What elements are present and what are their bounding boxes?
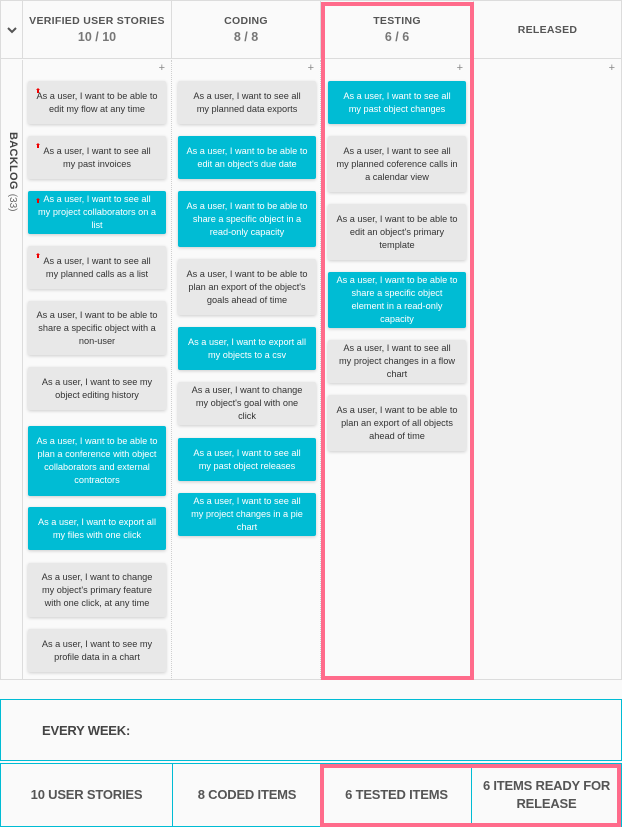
add-card-button[interactable]: +: [457, 62, 463, 74]
story-card[interactable]: As a user, I want to see all my planned …: [28, 246, 166, 289]
column-coding: + As a user, I want to see all my planne…: [172, 60, 321, 680]
story-card[interactable]: As a user, I want to change my object's …: [28, 563, 166, 617]
story-card[interactable]: As a user, I want to export all my files…: [28, 507, 166, 550]
card-text: As a user, I want to be able to share a …: [36, 309, 158, 346]
lane-name: BACKLOG: [7, 132, 19, 190]
column-count: 10 / 10: [77, 30, 117, 44]
column-title: TESTING: [373, 15, 421, 27]
story-card[interactable]: As a user, I want to be able to edit an …: [328, 204, 466, 260]
card-text: As a user, I want to see my object editi…: [41, 376, 153, 400]
card-text: As a user, I want to see all my project …: [191, 496, 303, 532]
story-card[interactable]: As a user, I want to see all my project …: [28, 191, 166, 234]
story-card[interactable]: As a user, I want to see all my past obj…: [178, 438, 316, 481]
card-text: As a user, I want to be able to edit an …: [336, 213, 458, 250]
column-title: VERIFIED USER STORIES: [29, 15, 165, 27]
story-card[interactable]: As a user, I want to be able to plan an …: [178, 259, 316, 315]
column-title: RELEASED: [517, 24, 578, 36]
weekly-summary: EVERY WEEK: 10 USER STORIES 8 CODED ITEM…: [0, 699, 622, 827]
card-text: As a user, I want to change my object's …: [191, 385, 303, 421]
stat-ready-for-release: 6 ITEMS READY FOR RELEASE: [482, 778, 611, 811]
story-card[interactable]: As a user, I want to see all my project …: [328, 340, 466, 383]
column-header-verified-user-stories[interactable]: VERIFIED USER STORIES 10 / 10: [23, 1, 172, 59]
priority-flag-icon: [36, 139, 40, 148]
priority-flag-icon: [36, 249, 40, 258]
story-card[interactable]: As a user, I want to see all my past obj…: [328, 81, 466, 124]
story-card[interactable]: As a user, I want to be able to share a …: [178, 191, 316, 247]
column-header-coding[interactable]: CODING 8 / 8: [172, 1, 321, 59]
column-header-testing[interactable]: TESTING 6 / 6: [321, 1, 474, 59]
collapse-toggle[interactable]: [1, 1, 23, 59]
kanban-board: VERIFIED USER STORIES 10 / 10 CODING 8 /…: [0, 0, 622, 680]
card-text: As a user, I want to export all my files…: [38, 516, 156, 540]
stat-user-stories: 10 USER STORIES: [1, 764, 173, 826]
story-card[interactable]: As a user, I want to see my object editi…: [28, 367, 166, 410]
story-card[interactable]: As a user, I want to see my profile data…: [28, 629, 166, 672]
summary-stats: 10 USER STORIES 8 CODED ITEMS 6 TESTED I…: [0, 763, 622, 827]
story-card[interactable]: As a user, I want to be able to plan an …: [328, 395, 466, 451]
card-text: As a user, I want to see all my past obj…: [193, 447, 301, 471]
column-count: 6 / 6: [384, 30, 410, 44]
story-card[interactable]: As a user, I want to export all my objec…: [178, 327, 316, 370]
card-text: As a user, I want to see my profile data…: [41, 638, 153, 662]
story-card[interactable]: As a user, I want to be able to share a …: [328, 272, 466, 328]
story-card[interactable]: As a user, I want to change my object's …: [178, 382, 316, 425]
card-text: As a user, I want to see all my past inv…: [43, 145, 151, 169]
column-verified-user-stories: + As a user, I want to be able to edit m…: [23, 60, 172, 680]
chevron-down-icon: [6, 26, 17, 33]
card-text: As a user, I want to see all my planned …: [336, 145, 458, 182]
column-header-row: VERIFIED USER STORIES 10 / 10 CODING 8 /…: [1, 1, 621, 59]
card-text: As a user, I want to see all my planned …: [193, 90, 301, 114]
story-card[interactable]: As a user, I want to be able to edit an …: [178, 136, 316, 179]
add-card-button[interactable]: +: [308, 62, 314, 74]
card-text: As a user, I want to see all my project …: [38, 194, 156, 230]
summary-header: EVERY WEEK:: [0, 699, 622, 761]
card-text: As a user, I want to see all my past obj…: [343, 90, 451, 114]
card-text: As a user, I want to be able to share a …: [186, 200, 308, 237]
card-text: As a user, I want to be able to edit an …: [186, 145, 308, 169]
stat-tested-items: 6 TESTED ITEMS: [322, 764, 472, 826]
card-text: As a user, I want to be able to share a …: [336, 275, 458, 324]
story-card[interactable]: As a user, I want to be able to edit my …: [28, 81, 166, 124]
card-text: As a user, I want to change my object's …: [41, 571, 153, 608]
summary-label: EVERY WEEK:: [42, 723, 131, 738]
swimlane-backlog[interactable]: BACKLOG (33): [1, 60, 23, 680]
card-text: As a user, I want to be able to plan an …: [336, 404, 458, 441]
priority-flag-icon: [36, 194, 40, 203]
story-card[interactable]: As a user, I want to see all my planned …: [178, 81, 316, 124]
card-text: As a user, I want to export all my objec…: [188, 336, 306, 360]
column-title: CODING: [224, 15, 268, 27]
story-card[interactable]: As a user, I want to be able to plan a c…: [28, 426, 166, 496]
card-text: As a user, I want to be able to plan an …: [186, 268, 308, 305]
column-testing: + As a user, I want to see all my past o…: [321, 60, 474, 680]
card-text: As a user, I want to see all my project …: [339, 343, 455, 379]
story-card[interactable]: As a user, I want to be able to share a …: [28, 301, 166, 355]
column-released: +: [474, 60, 621, 680]
stat-coded-items: 8 CODED ITEMS: [173, 764, 322, 826]
story-card[interactable]: As a user, I want to see all my past inv…: [28, 136, 166, 179]
column-header-released[interactable]: RELEASED: [474, 1, 621, 59]
column-count: 8 / 8: [233, 30, 259, 44]
story-card[interactable]: As a user, I want to see all my planned …: [328, 136, 466, 192]
card-text: As a user, I want to see all my planned …: [43, 255, 151, 279]
card-text: As a user, I want to be able to plan a c…: [36, 436, 158, 485]
story-card[interactable]: As a user, I want to see all my project …: [178, 493, 316, 536]
add-card-button[interactable]: +: [159, 62, 165, 74]
add-card-button[interactable]: +: [609, 62, 615, 74]
card-text: As a user, I want to be able to edit my …: [36, 90, 158, 114]
lane-count: (33): [7, 193, 18, 212]
priority-flag-icon: [36, 84, 40, 93]
